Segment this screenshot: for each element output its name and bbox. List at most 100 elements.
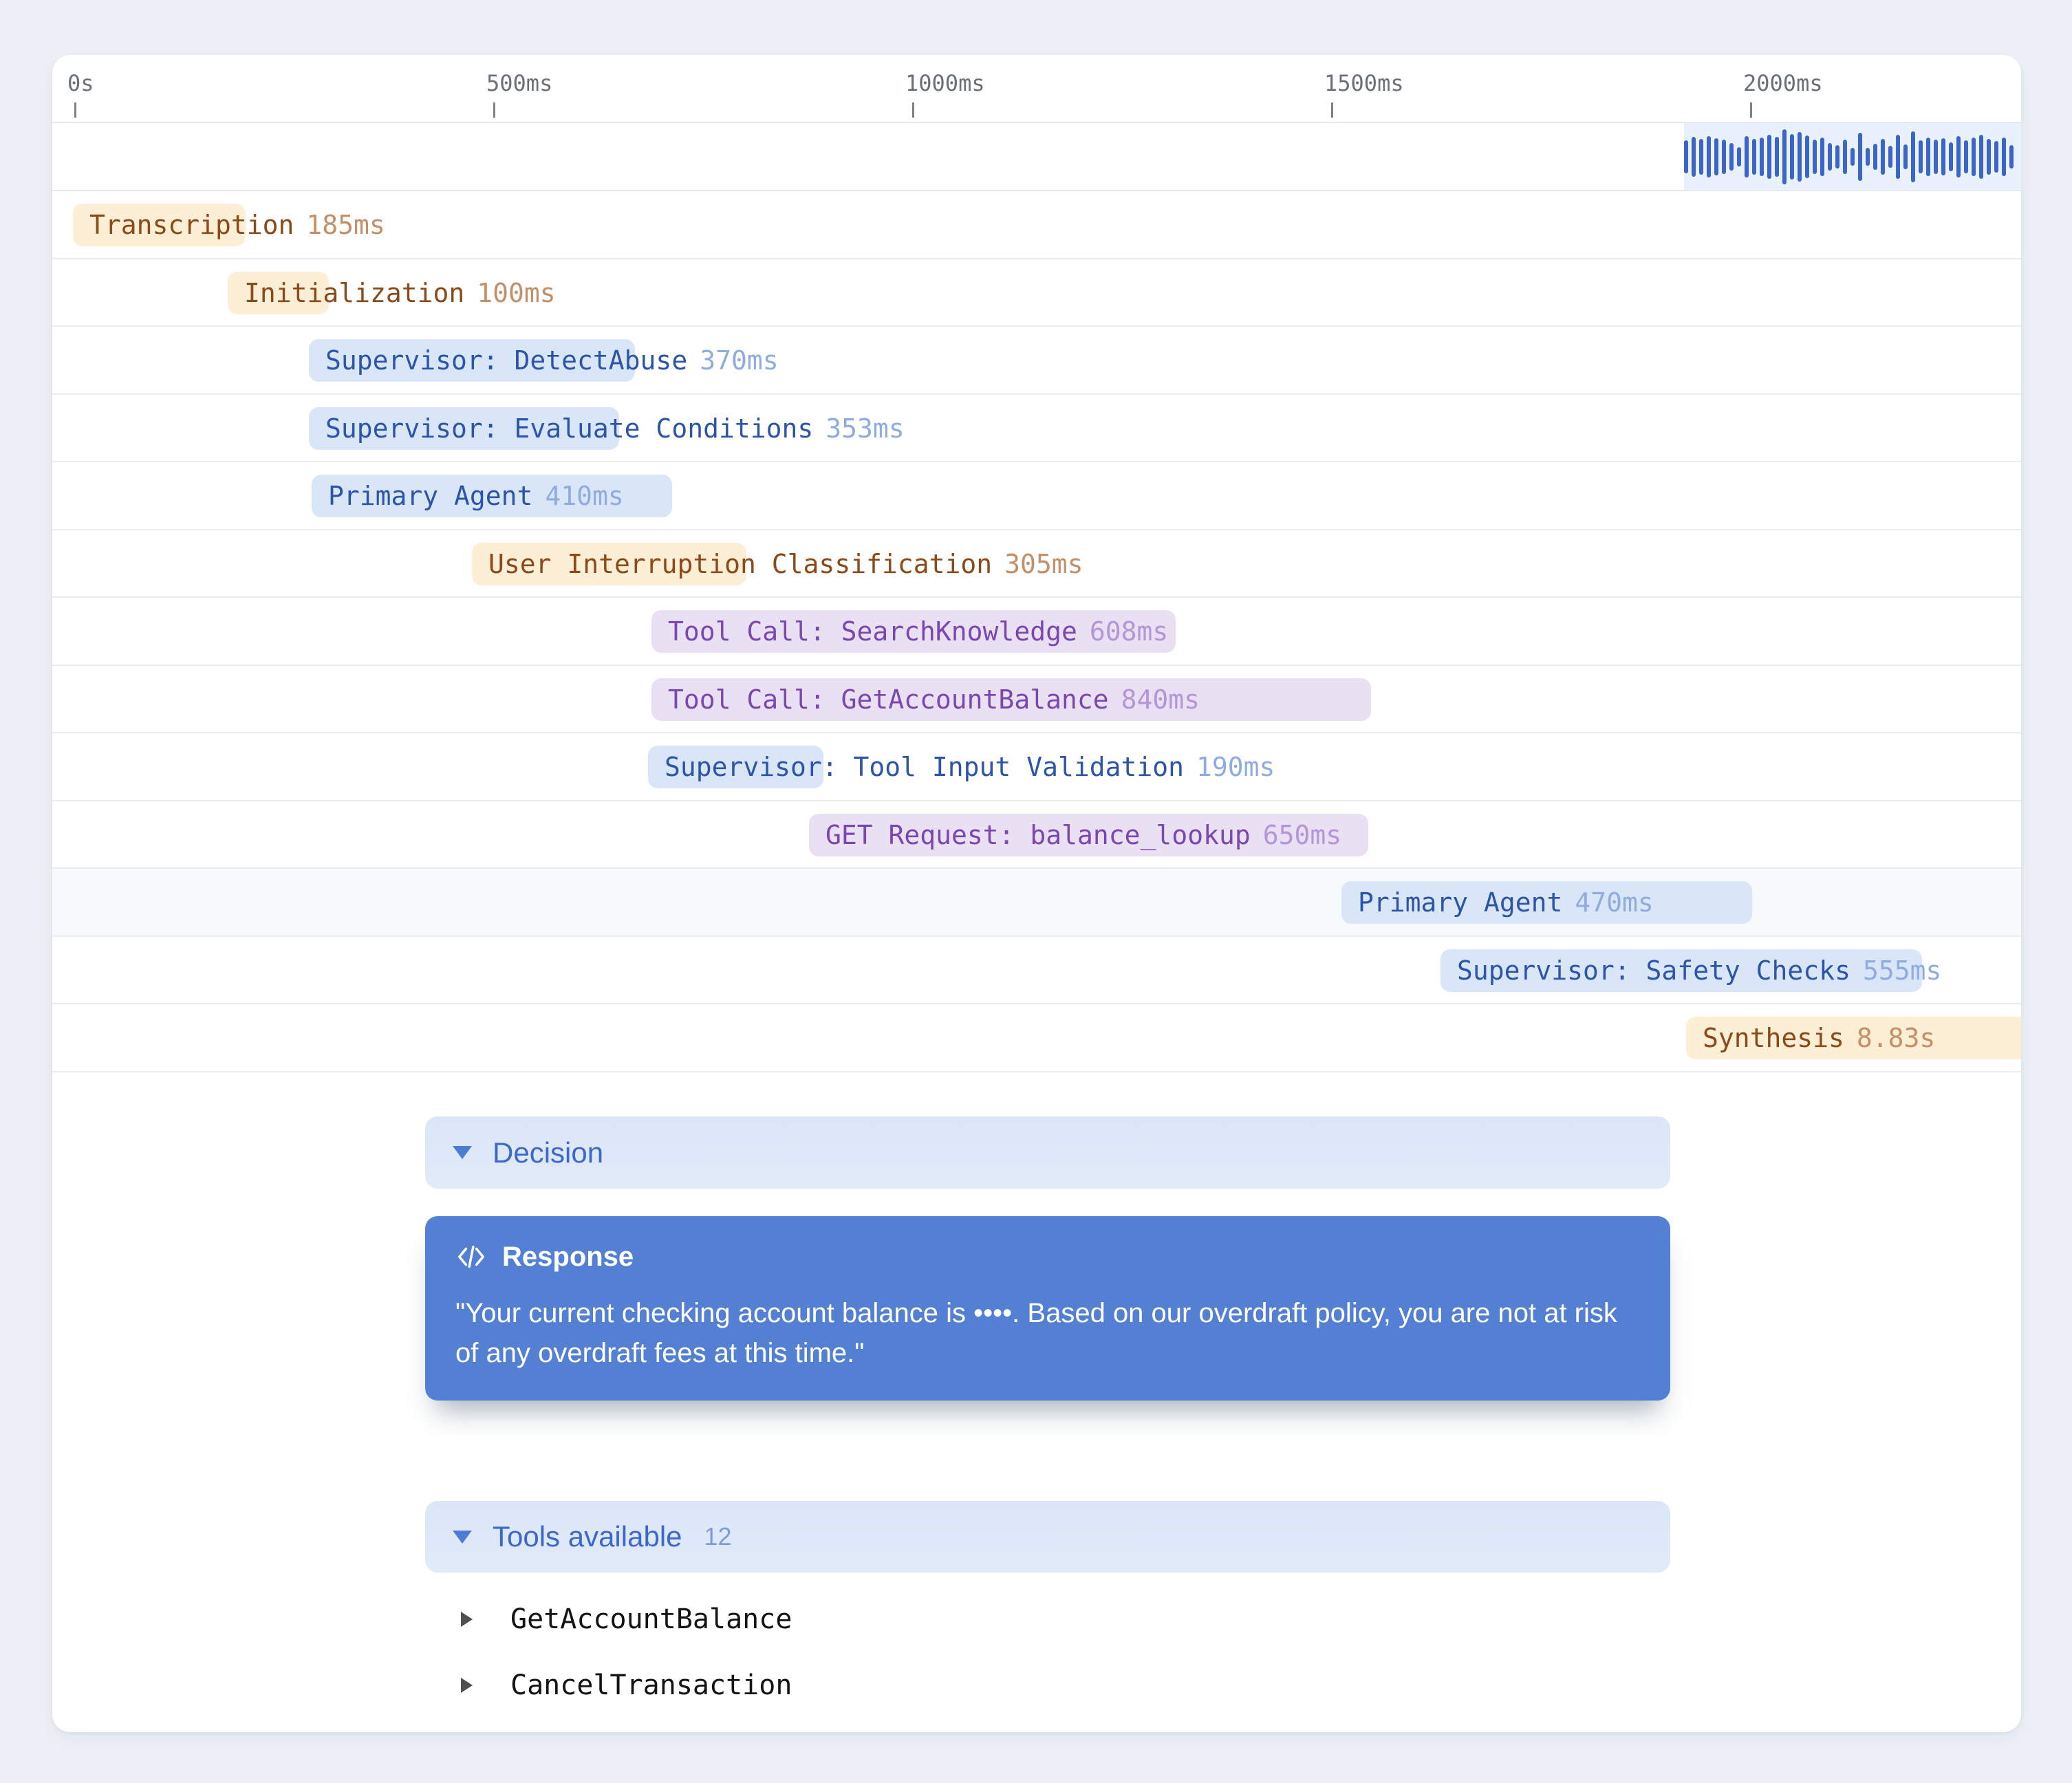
tool-list-item[interactable]: CancelTransaction <box>461 1652 1424 1718</box>
span-label: Primary Agent <box>328 481 532 511</box>
waveform-bar <box>1888 146 1892 168</box>
waveform-bar <box>1745 136 1749 177</box>
span-row: Primary Agent 410ms <box>52 462 2021 530</box>
span-row: Synthesis8.83s <box>52 1004 2021 1072</box>
ruler-label: 2000ms <box>1743 70 1823 96</box>
span-row: Supervisor: DetectAbuse 370ms <box>52 327 2021 395</box>
ruler-tick <box>1750 102 1752 118</box>
ruler-label: 1000ms <box>905 70 985 96</box>
span-bar[interactable]: Synthesis8.83s <box>1686 1017 2021 1059</box>
chevron-right-icon <box>461 1678 473 1693</box>
span-duration: 470ms <box>1575 887 1653 918</box>
span-label: User Interruption Classification <box>488 549 992 579</box>
audio-waveform[interactable] <box>1684 123 2021 190</box>
timeline-ruler: 0s 500ms 1000ms 1500ms 2000ms <box>52 55 2021 123</box>
span-label: Supervisor: Evaluate Conditions <box>325 413 813 444</box>
waveform-bar <box>1767 135 1771 179</box>
span-bar[interactable]: Supervisor: Tool Input Validation190ms <box>648 746 823 788</box>
waveform-bar <box>1684 140 1688 173</box>
span-duration: 410ms <box>545 481 623 511</box>
span-duration: 370ms <box>700 345 778 376</box>
span-row: User Interruption Classification 305ms <box>52 530 2021 598</box>
waveform-bar <box>1881 139 1885 175</box>
waveform-bar <box>1707 136 1711 177</box>
waveform-bar <box>1820 138 1824 176</box>
span-label: Tool Call: GetAccountBalance <box>668 684 1109 715</box>
span-bar[interactable]: Tool Call: GetAccountBalance 840ms <box>651 678 1371 721</box>
waveform-bar <box>1782 129 1787 184</box>
span-label: GET Request: balance_lookup <box>825 820 1251 850</box>
span-duration: 8.83s <box>1857 1023 1935 1053</box>
waveform-bar <box>1934 140 1938 174</box>
ruler-tick <box>74 102 76 118</box>
span-bar[interactable]: Transcription185ms <box>73 204 246 246</box>
waveform-bar <box>1790 134 1794 180</box>
waveform-bar <box>1911 131 1915 182</box>
span-duration: 353ms <box>825 413 904 444</box>
waveform-bar <box>2009 145 2014 169</box>
span-row: GET Request: balance_lookup 650ms <box>52 801 2021 869</box>
span-row: Tool Call: SearchKnowledge 608ms <box>52 598 2021 666</box>
waveform-bar <box>1699 139 1703 175</box>
span-duration: 555ms <box>1863 955 1941 986</box>
decision-accordion[interactable]: Decision <box>425 1116 1670 1189</box>
span-bar[interactable]: GET Request: balance_lookup 650ms <box>809 814 1368 856</box>
trace-panel: 0s 500ms 1000ms 1500ms 2000ms Transcription1… <box>52 55 2021 1732</box>
waveform-bar <box>1903 144 1908 169</box>
waveform-bar <box>1775 137 1779 177</box>
tools-accordion[interactable]: Tools available 12 <box>425 1501 1670 1573</box>
span-rows: Transcription185ms Initialization100ms Sup… <box>52 191 2021 1072</box>
ruler-tick <box>1331 102 1333 118</box>
tool-name: GetAccountBalance <box>510 1603 792 1635</box>
ruler-tick <box>912 102 914 118</box>
ruler-label: 0s <box>67 70 94 96</box>
span-bar[interactable]: Tool Call: SearchKnowledge 608ms <box>651 610 1176 653</box>
tools-label: Tools available <box>493 1520 682 1553</box>
response-header: Response <box>455 1241 1637 1273</box>
tools-count: 12 <box>704 1522 732 1551</box>
waveform-bar <box>1714 138 1718 175</box>
span-bar[interactable]: Supervisor: Evaluate Conditions353ms <box>309 407 619 450</box>
waveform-bar <box>1805 136 1809 178</box>
span-label: Tool Call: SearchKnowledge <box>668 616 1077 647</box>
span-row: Initialization100ms <box>52 259 2021 327</box>
ruler-label: 1500ms <box>1324 70 1404 96</box>
waveform-bar <box>1972 138 1976 176</box>
waveform-bar <box>1949 142 1953 171</box>
span-bar[interactable]: Primary Agent470ms <box>1341 881 1752 924</box>
waveform-bar <box>1722 140 1726 174</box>
span-duration: 305ms <box>1004 549 1083 579</box>
waveform-bar <box>1979 135 1983 179</box>
span-bar[interactable]: Supervisor: DetectAbuse370ms <box>309 339 635 382</box>
tool-name: CancelTransaction <box>510 1669 792 1701</box>
span-row: Transcription185ms <box>52 191 2021 259</box>
waveform-bar <box>1828 143 1832 171</box>
waveform-bar <box>1813 140 1817 174</box>
waveform-bar <box>1843 140 1847 174</box>
waveform-row <box>52 123 2021 191</box>
chevron-down-icon <box>453 1531 472 1544</box>
ruler-label: 500ms <box>486 70 552 96</box>
chevron-down-icon <box>453 1146 472 1159</box>
response-title: Response <box>502 1242 634 1273</box>
span-duration: 190ms <box>1196 752 1275 782</box>
span-duration: 608ms <box>1090 616 1168 647</box>
waveform-bar <box>1956 136 1961 177</box>
tool-list-item[interactable]: GetAccountBalance <box>461 1586 1424 1652</box>
span-label: Supervisor: Safety Checks <box>1457 955 1850 986</box>
span-bar[interactable]: Initialization100ms <box>228 272 329 314</box>
span-label: Supervisor: DetectAbuse <box>325 345 687 376</box>
response-card: Response "Your current checking account … <box>425 1216 1670 1401</box>
waveform-bar <box>1919 140 1923 173</box>
span-label: Supervisor: Tool Input Validation <box>665 752 1184 782</box>
waveform-bar <box>1835 145 1839 169</box>
waveform-bar <box>1760 138 1764 176</box>
span-bar[interactable]: Supervisor: Safety Checks555ms <box>1440 949 1922 992</box>
waveform-bar <box>1737 147 1741 166</box>
span-duration: 650ms <box>1263 820 1341 850</box>
span-bar[interactable]: User Interruption Classification305ms <box>472 543 746 585</box>
waveform-bar <box>1692 137 1696 177</box>
span-label: Initialization <box>244 278 464 308</box>
span-bar[interactable]: Primary Agent 410ms <box>312 475 672 517</box>
span-duration: 840ms <box>1121 684 1200 715</box>
